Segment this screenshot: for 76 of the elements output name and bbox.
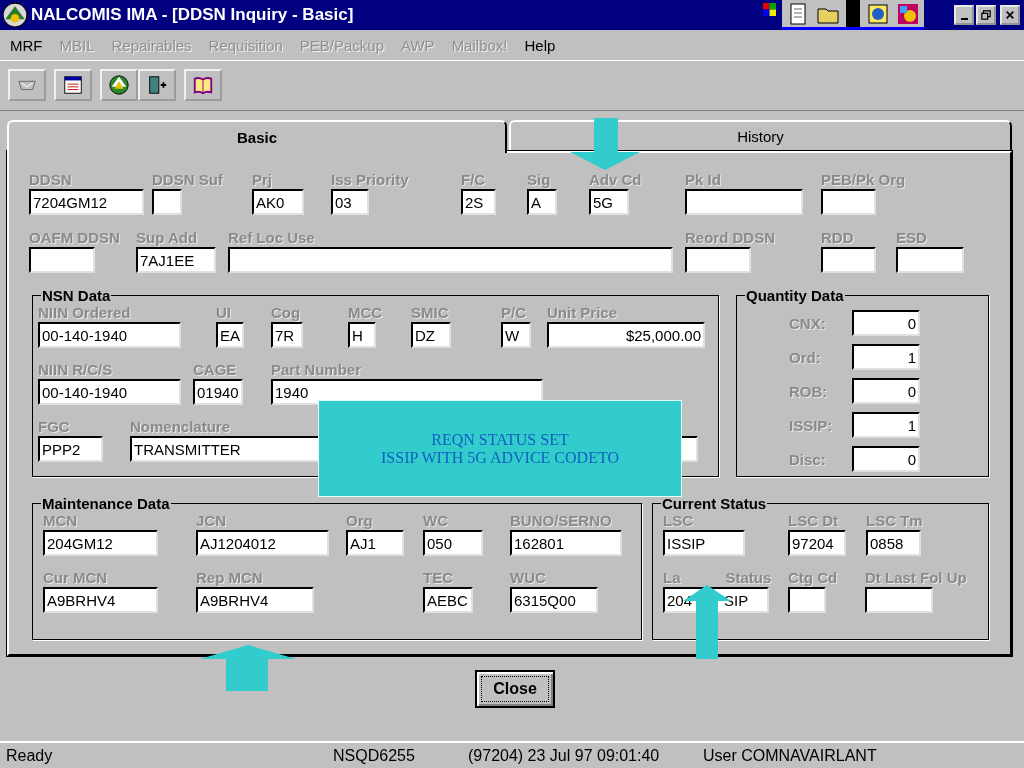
text-field[interactable] bbox=[788, 587, 826, 613]
text-field[interactable]: 162801 bbox=[510, 530, 622, 556]
text-field[interactable]: EA bbox=[216, 322, 244, 348]
form-icon bbox=[62, 74, 84, 96]
toolbar-button[interactable] bbox=[100, 69, 138, 101]
text-field[interactable]: 050 bbox=[423, 530, 483, 556]
text-field[interactable] bbox=[865, 587, 933, 613]
text-field[interactable] bbox=[228, 247, 673, 273]
status-text: (97204) 23 Jul 97 09:01:40 bbox=[468, 746, 661, 765]
text-field[interactable]: 6315Q00 bbox=[510, 587, 598, 613]
text-field[interactable]: A bbox=[527, 189, 557, 215]
text-field[interactable]: 1 bbox=[852, 344, 920, 370]
minimize-button[interactable] bbox=[954, 5, 974, 25]
restore-icon bbox=[981, 10, 991, 20]
group-title: Quantity Data bbox=[745, 287, 845, 304]
restore-button[interactable] bbox=[976, 5, 996, 25]
toolbar-button[interactable] bbox=[54, 69, 92, 101]
text-field[interactable]: A9BRHV4 bbox=[196, 587, 314, 613]
text-field[interactable]: 01940 bbox=[193, 379, 243, 405]
text-field[interactable]: W bbox=[501, 322, 531, 348]
text-field[interactable]: AJ1 bbox=[346, 530, 404, 556]
text-field[interactable]: 03 bbox=[331, 189, 369, 215]
text-field[interactable]: 0858 bbox=[866, 530, 921, 556]
close-button[interactable]: Close bbox=[475, 670, 555, 708]
text-field[interactable]: 00-140-1940 bbox=[38, 379, 181, 405]
text-field[interactable] bbox=[685, 189, 803, 215]
text-field[interactable]: 97204 bbox=[788, 530, 846, 556]
windows-icon[interactable] bbox=[763, 3, 776, 16]
text-field[interactable]: 1 bbox=[852, 412, 920, 438]
text-field[interactable]: AEBC bbox=[423, 587, 473, 613]
text-field[interactable]: AK0 bbox=[252, 189, 304, 215]
text-field[interactable]: ISSIP bbox=[663, 530, 745, 556]
book-icon bbox=[192, 74, 214, 96]
text-field[interactable] bbox=[896, 247, 964, 273]
status-text: User COMNAVAIRLANT bbox=[703, 746, 878, 765]
text-field[interactable]: 00-140-1940 bbox=[38, 322, 181, 348]
callout-text: REQN STATUS SET ISSIP WITH 5G ADVICE CODETO bbox=[381, 430, 619, 467]
text-field[interactable]: DZ bbox=[411, 322, 451, 348]
group-title: Current Status bbox=[661, 495, 768, 512]
text-field[interactable]: A9BRHV4 bbox=[43, 587, 158, 613]
toolbar-button[interactable] bbox=[184, 69, 222, 101]
text-field[interactable]: 0 bbox=[852, 446, 920, 472]
close-window-button[interactable] bbox=[1000, 5, 1020, 25]
shapes-icon[interactable] bbox=[896, 1, 920, 26]
toolbar-button[interactable] bbox=[138, 69, 176, 101]
status-text: NSQD6255 bbox=[333, 746, 416, 765]
window-title: NALCOMIS IMA - [DDSN Inquiry - Basic] bbox=[31, 5, 354, 25]
close-icon bbox=[1005, 10, 1015, 20]
text-field[interactable]: 0 bbox=[852, 378, 920, 404]
text-field[interactable] bbox=[152, 189, 182, 215]
text-field[interactable]: 7R bbox=[271, 322, 303, 348]
text-field[interactable]: 7AJ1EE bbox=[136, 247, 216, 273]
text-field[interactable] bbox=[821, 189, 876, 215]
text-field[interactable] bbox=[821, 247, 876, 273]
text-field[interactable] bbox=[29, 247, 95, 273]
menu-item[interactable]: MRF bbox=[10, 36, 43, 54]
down-arrow bbox=[570, 118, 640, 170]
menu-item[interactable]: Help bbox=[524, 36, 556, 54]
exit-door-icon bbox=[146, 74, 168, 96]
group-title: NSN Data bbox=[41, 287, 112, 304]
text-field[interactable]: 204GM12 bbox=[43, 530, 158, 556]
text-field[interactable]: 5G bbox=[589, 189, 629, 215]
text-field[interactable]: H bbox=[348, 322, 376, 348]
text-field[interactable]: 0 bbox=[852, 310, 920, 336]
group-title: Maintenance Data bbox=[41, 495, 171, 512]
text-field[interactable]: 7204GM12 bbox=[29, 189, 144, 215]
tab[interactable]: Basic bbox=[7, 120, 507, 153]
status-text: Ready bbox=[6, 746, 54, 765]
text-field[interactable]: PPP2 bbox=[38, 436, 103, 462]
minimize-icon bbox=[960, 18, 968, 20]
text-field[interactable]: $25,000.00 bbox=[547, 322, 705, 348]
text-field[interactable]: AJ1204012 bbox=[196, 530, 329, 556]
text-field[interactable]: 2S bbox=[461, 189, 496, 215]
app-icon bbox=[2, 2, 28, 28]
text-field[interactable] bbox=[685, 247, 751, 273]
separator bbox=[846, 0, 860, 27]
